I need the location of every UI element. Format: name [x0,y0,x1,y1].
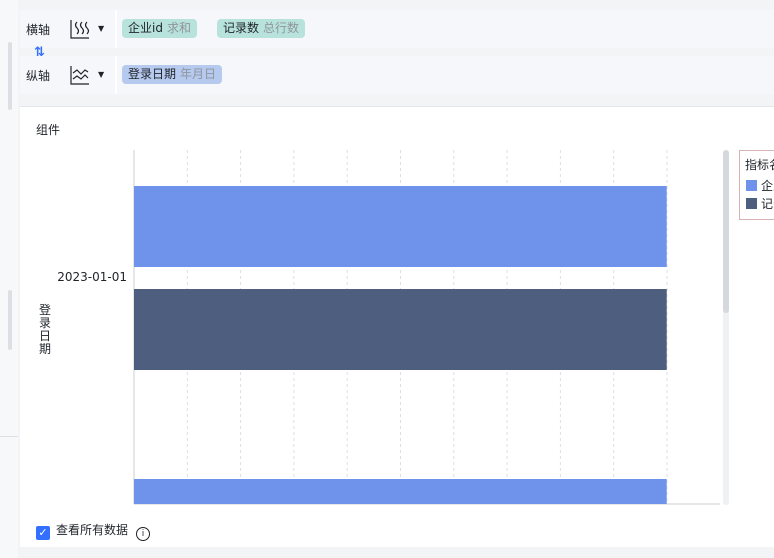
legend-title: 指标名 [745,158,774,172]
y-field-pill-1[interactable]: 登录日期 年月日 [122,65,223,84]
chevron-down-icon[interactable]: ▼ [98,70,104,79]
legend: 指标名 企业id 记录数 [739,150,774,220]
y-axis-label: 纵轴 [26,69,51,83]
left-divider [0,436,18,437]
x-field-pill-2[interactable]: 记录数 总行数 [217,19,306,38]
left-panel-edge [0,0,18,558]
y-axis-title-char: 录 [39,316,51,330]
category-tick-label: 2023-01-01 [57,270,127,284]
legend-item-2[interactable]: 记录数 [746,195,774,212]
chart-scrollbar-thumb[interactable] [723,150,729,313]
legend-item-1[interactable]: 企业id [746,177,774,194]
show-all-data-label: 查看所有数据 [56,523,129,537]
y-axis-title-char: 期 [39,342,51,356]
bar-记录数 [134,289,667,370]
line-chart-type-icon[interactable] [68,64,92,86]
chevron-down-icon[interactable]: ▼ [98,24,104,33]
y-axis-title-char: 登 [39,302,51,317]
show-all-data-checkbox[interactable]: ✓ 查看所有数据 i [36,522,151,541]
bar-企业id [134,186,667,267]
x-axis-config-row: 横轴 ▼ 企业id 求和 记录数 总行数 [20,10,774,48]
y-axis-title-char: 日 [39,329,51,343]
checkmark-icon[interactable]: ✓ [36,526,50,540]
chart-panel: 组件 2023-01-01登录日期 指标名 企业id 记录数 ✓查看所有数据i [20,106,774,547]
info-icon[interactable]: i [136,527,151,541]
left-scrollbar-thumb[interactable] [8,42,12,110]
bar-chart: 2023-01-01 登录日期 [39,150,720,505]
y-axis-config-row: 纵轴 ▼ 登录日期 年月日 [20,56,774,94]
chart-scrollbar[interactable] [723,150,729,505]
left-scrollbar-thumb-2[interactable] [8,290,12,350]
legend-swatch [746,198,757,209]
x-axis-label: 横轴 [26,23,51,37]
row-divider [115,56,117,94]
row-divider [115,10,117,48]
x-field-pill-1[interactable]: 企业id 求和 [122,19,197,38]
legend-swatch [746,180,757,191]
bar-chart-type-icon[interactable] [68,18,92,40]
bar-partial [134,479,667,504]
